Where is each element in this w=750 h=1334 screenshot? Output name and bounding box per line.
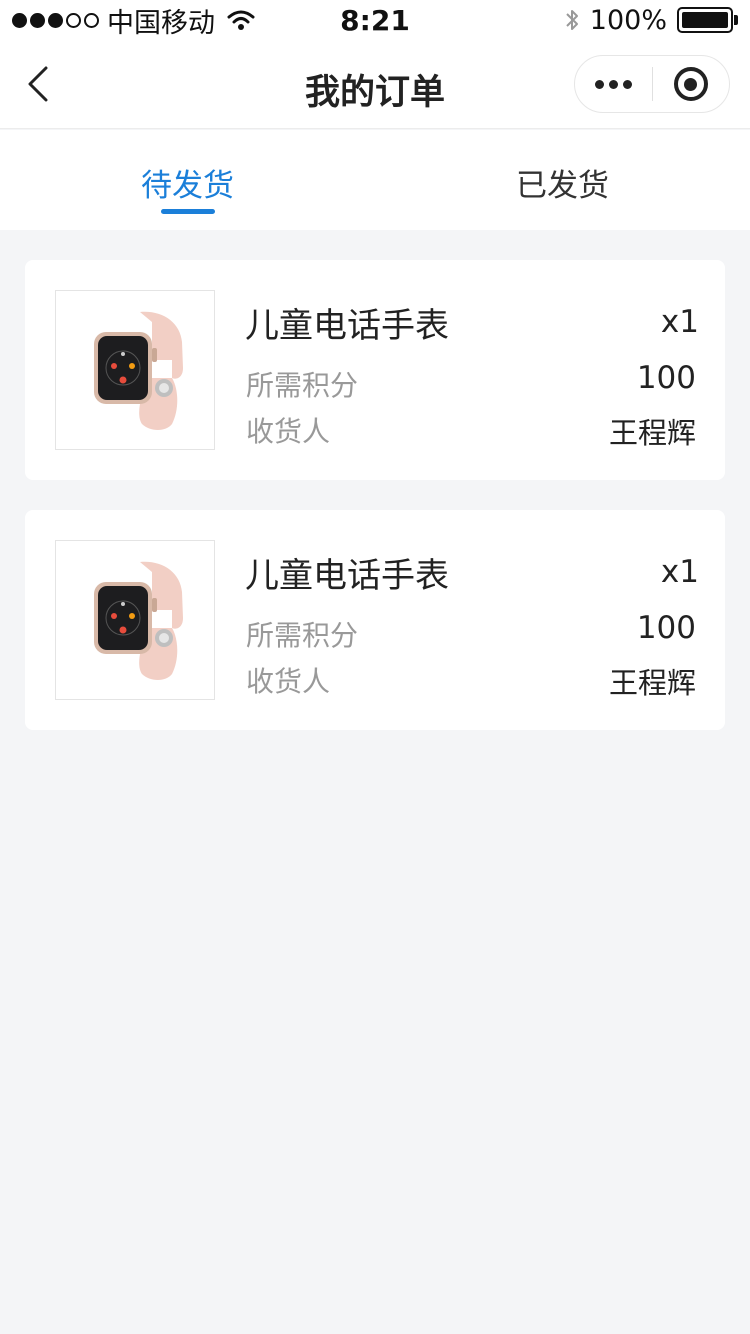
battery-percent: 100%	[589, 4, 667, 36]
bluetooth-icon	[566, 10, 578, 30]
recipient-label: 收货人	[246, 415, 331, 448]
product-name: 儿童电话手表	[245, 306, 449, 346]
more-icon	[594, 79, 632, 89]
recipient-value: 王程辉	[608, 416, 696, 450]
recipient-value: 王程辉	[608, 666, 696, 700]
product-image	[55, 540, 215, 700]
status-bar: 中国移动 8:21 100%	[0, 0, 750, 40]
carrier-name: 中国移动	[107, 7, 215, 39]
product-image	[55, 290, 215, 450]
tab-active-indicator	[160, 209, 215, 214]
order-card[interactable]: 儿童电话手表 x1 所需积分 100 收货人 王程辉	[25, 260, 725, 480]
points-value: 100	[636, 610, 696, 646]
order-tabs: 待发货 已发货	[0, 130, 750, 230]
points-value: 100	[636, 360, 696, 396]
close-mini-program-button[interactable]	[653, 56, 730, 112]
product-name: 儿童电话手表	[245, 556, 449, 596]
mini-program-capsule	[574, 55, 730, 113]
tab-label: 待发货	[141, 168, 234, 204]
watch-icon	[94, 561, 183, 680]
chevron-left-icon	[28, 66, 48, 102]
order-card[interactable]: 儿童电话手表 x1 所需积分 100 收货人 王程辉	[25, 510, 725, 730]
product-quantity: x1	[660, 304, 699, 340]
watch-icon	[94, 311, 183, 430]
more-button[interactable]	[575, 56, 652, 112]
tab-label: 已发货	[516, 168, 609, 204]
back-button[interactable]	[18, 64, 58, 104]
status-left: 中国移动	[12, 1, 255, 40]
signal-strength-icon	[12, 12, 99, 28]
nav-bar: 我的订单	[0, 40, 750, 129]
points-label: 所需积分	[246, 619, 359, 652]
battery-icon	[677, 7, 738, 33]
status-right: 100%	[564, 5, 738, 36]
recipient-label: 收货人	[246, 665, 331, 698]
points-label: 所需积分	[246, 369, 359, 402]
tab-pending-shipment[interactable]: 待发货	[0, 130, 375, 230]
wifi-icon	[227, 10, 255, 30]
target-icon	[673, 67, 708, 101]
product-quantity: x1	[660, 554, 699, 590]
order-list: 儿童电话手表 x1 所需积分 100 收货人 王程辉 儿童电话手表 x1 所需积…	[25, 260, 725, 760]
tab-shipped[interactable]: 已发货	[375, 130, 750, 230]
